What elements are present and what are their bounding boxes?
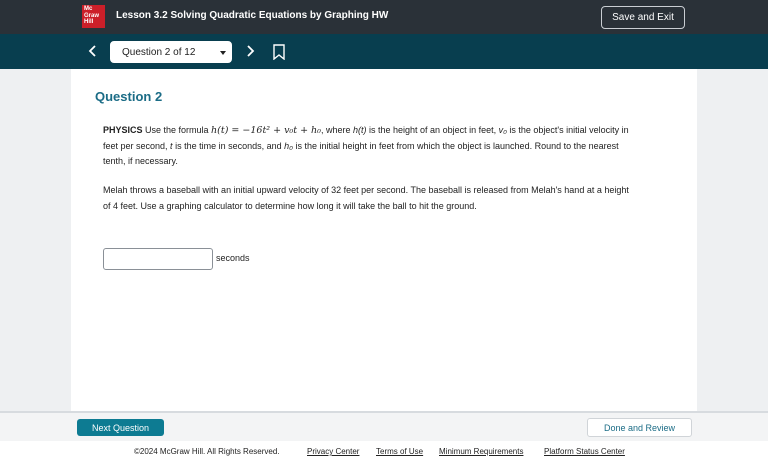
next-question-arrow-button[interactable] [241,42,259,60]
lesson-title: Lesson 3.2 Solving Quadratic Equations b… [116,10,389,21]
copyright-text: ©2024 McGraw Hill. All Rights Reserved. [134,447,280,456]
question-select-dropdown[interactable]: Question 2 of 12 [110,41,232,63]
caret-down-icon [220,51,226,55]
mcgraw-hill-logo: Mc Graw Hill [82,5,105,28]
footer: ©2024 McGraw Hill. All Rights Reserved. … [0,441,768,464]
formula: h(t) = −16t² + v₀t + h₀ [211,125,321,136]
text-segment: is the time in seconds, and [172,140,285,151]
question-paragraph-2: Melah throws a baseball with an initial … [103,185,629,211]
question-nav-bar: Question 2 of 12 [0,34,768,69]
save-and-exit-button[interactable]: Save and Exit [601,6,685,29]
answer-input[interactable] [103,248,213,270]
bookmark-button[interactable] [272,44,286,61]
done-and-review-button[interactable]: Done and Review [587,418,692,437]
logo-line: Hill [84,19,94,25]
chevron-left-icon [88,45,96,57]
text-segment: Use the formula [142,125,212,135]
terms-of-use-link[interactable]: Terms of Use [376,447,423,456]
chevron-right-icon [247,45,255,57]
bookmark-icon [273,44,285,61]
variable-h-t: h(t) [353,125,367,135]
question-paragraph-1: PHYSICS Use the formula h(t) = −16t² + v… [103,123,633,170]
bottom-action-bar: Next Question Done and Review [0,411,768,441]
variable-v0: v₀ [498,125,507,135]
text-segment: , where [321,125,354,135]
subject-label: PHYSICS [103,125,143,135]
question-card [71,69,697,411]
privacy-center-link[interactable]: Privacy Center [307,447,359,456]
question-heading: Question 2 [95,89,163,104]
next-question-button[interactable]: Next Question [77,419,164,436]
previous-question-button[interactable] [84,42,102,60]
minimum-requirements-link[interactable]: Minimum Requirements [439,447,523,456]
top-header: Mc Graw Hill Lesson 3.2 Solving Quadrati… [0,0,768,34]
variable-h0: h₀ [284,140,293,151]
text-segment: is the height of an object in feet, [366,125,499,135]
platform-status-center-link[interactable]: Platform Status Center [544,447,625,456]
answer-unit-label: seconds [216,253,250,263]
question-select-value: Question 2 of 12 [122,47,196,58]
